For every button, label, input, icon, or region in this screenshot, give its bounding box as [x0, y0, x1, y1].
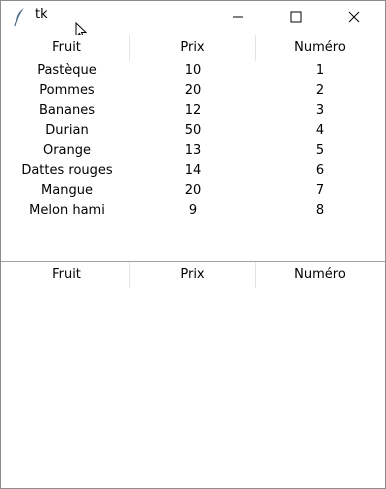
column-header-numero[interactable]: Numéro — [256, 262, 384, 288]
table-row[interactable]: Dattes rouges 14 6 — [4, 161, 384, 181]
cell-numero: 5 — [315, 143, 325, 158]
cell-fruit: Mangue — [41, 183, 93, 198]
cell-numero: 3 — [315, 103, 325, 118]
cell-prix: 14 — [184, 163, 202, 178]
minimize-button[interactable] — [215, 1, 261, 32]
close-icon — [348, 11, 360, 23]
cell-fruit: Dattes rouges — [21, 163, 113, 178]
cell-numero: 2 — [315, 83, 325, 98]
cell-prix: 13 — [184, 143, 202, 158]
table-row[interactable]: Mangue 20 7 — [4, 181, 384, 201]
cell-fruit: Pommes — [39, 83, 95, 98]
column-header-prix[interactable]: Prix — [130, 35, 256, 61]
table-row[interactable]: Melon hami 9 8 — [4, 201, 384, 221]
column-header-fruit[interactable]: Fruit — [4, 35, 130, 61]
cell-prix: 9 — [188, 203, 198, 218]
treeview-header: Fruit Prix Numéro — [4, 35, 384, 61]
cell-prix: 50 — [184, 123, 202, 138]
fruit-treeview-bottom[interactable]: Fruit Prix Numéro — [4, 262, 384, 486]
cell-numero: 6 — [315, 163, 325, 178]
cell-fruit: Durian — [45, 123, 89, 138]
close-button[interactable] — [331, 1, 377, 32]
window-title: tk — [35, 7, 48, 22]
cell-numero: 1 — [315, 63, 325, 78]
cell-fruit: Pastèque — [37, 63, 97, 78]
cell-fruit: Orange — [42, 143, 92, 158]
minimize-icon — [233, 16, 243, 18]
column-header-prix[interactable]: Prix — [130, 262, 256, 288]
cell-prix: 20 — [184, 183, 202, 198]
table-row[interactable]: Durian 50 4 — [4, 121, 384, 141]
cell-fruit: Bananes — [38, 103, 96, 118]
cell-numero: 4 — [315, 123, 325, 138]
column-header-numero[interactable]: Numéro — [256, 35, 384, 61]
feather-icon — [13, 7, 27, 27]
cell-numero: 8 — [315, 203, 325, 218]
table-row[interactable]: Bananes 12 3 — [4, 101, 384, 121]
maximize-icon — [290, 11, 302, 23]
cell-numero: 7 — [315, 183, 325, 198]
treeview-header: Fruit Prix Numéro — [4, 262, 384, 288]
table-row[interactable]: Orange 13 5 — [4, 141, 384, 161]
column-header-fruit[interactable]: Fruit — [4, 262, 130, 288]
table-row[interactable]: Pommes 20 2 — [4, 81, 384, 101]
fruit-treeview-top[interactable]: Fruit Prix Numéro Pastèque 10 1 Pommes 2… — [4, 35, 384, 261]
cell-prix: 10 — [184, 63, 202, 78]
cell-prix: 12 — [184, 103, 202, 118]
cell-prix: 20 — [184, 83, 202, 98]
table-row[interactable]: Pastèque 10 1 — [4, 61, 384, 81]
maximize-button[interactable] — [273, 1, 319, 32]
tk-window: tk Fruit Prix Numéro Pastèque 10 1 Pomme… — [0, 0, 386, 489]
title-bar[interactable]: tk — [1, 1, 385, 40]
cell-fruit: Melon hami — [29, 203, 105, 218]
